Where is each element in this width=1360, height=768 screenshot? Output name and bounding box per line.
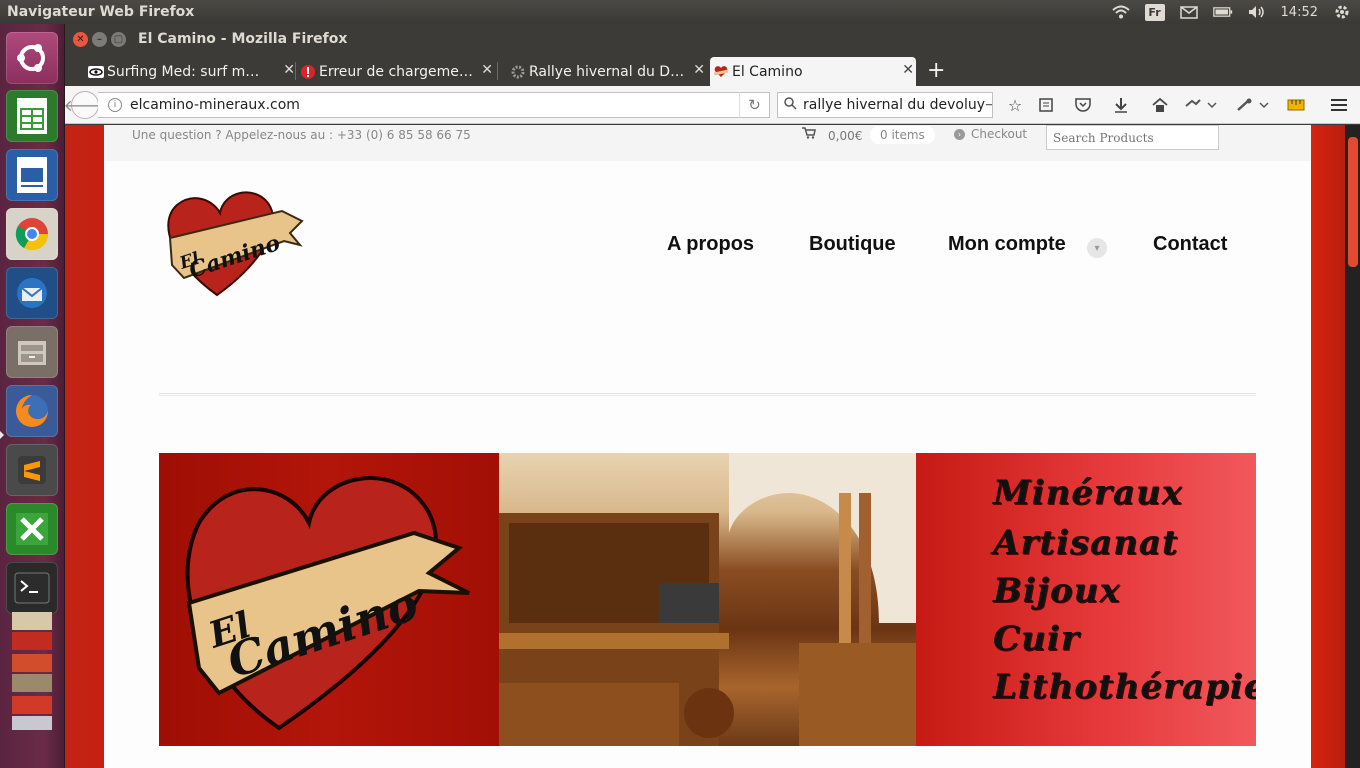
window-minimize-button[interactable]: – bbox=[92, 31, 107, 47]
nav-mon-compte[interactable]: Mon compte bbox=[948, 233, 1066, 256]
window-title: El Camino - Mozilla Firefox bbox=[138, 31, 348, 47]
downloads-icon[interactable] bbox=[1110, 94, 1132, 116]
navigation-toolbar: 🡐 i elcamino-mineraux.com ↻ rallye hiver… bbox=[64, 86, 1360, 124]
tab-label: Erreur de chargeme… bbox=[319, 63, 473, 80]
nav-boutique[interactable]: Boutique bbox=[809, 233, 896, 256]
site-logo[interactable]: El Camino bbox=[162, 183, 307, 308]
tab-label: El Camino bbox=[732, 63, 803, 80]
product-search-input[interactable] bbox=[1046, 125, 1219, 150]
scratch-x-icon[interactable] bbox=[6, 503, 58, 555]
cart-total[interactable]: 0,00€ bbox=[828, 129, 862, 143]
firefox-icon[interactable] bbox=[6, 385, 58, 437]
home-icon[interactable] bbox=[1149, 94, 1171, 116]
tab-label: Rallye hivernal du D… bbox=[529, 63, 685, 80]
header-divider bbox=[159, 393, 1256, 396]
contact-phone-text: Une question ? Appelez-nous au : +33 (0)… bbox=[132, 128, 471, 142]
tab-separator bbox=[295, 62, 296, 80]
battery-icon[interactable] bbox=[1212, 4, 1233, 20]
mail-icon[interactable] bbox=[1179, 4, 1199, 20]
terminal-icon[interactable] bbox=[6, 562, 58, 614]
tagline-artisanat: Artisanat bbox=[993, 523, 1179, 563]
ubuntu-dash-icon[interactable] bbox=[6, 32, 58, 84]
extension-dropdown-icon[interactable] bbox=[1183, 94, 1219, 116]
checkout-label: Checkout bbox=[971, 127, 1028, 141]
libreoffice-calc-icon[interactable] bbox=[6, 90, 58, 142]
system-top-panel: Navigateur Web Firefox Fr 14:52 bbox=[0, 0, 1360, 24]
sublime-text-icon[interactable] bbox=[6, 444, 58, 496]
active-app-title: Navigateur Web Firefox bbox=[7, 4, 195, 20]
search-input[interactable]: rallye hivernal du devoluy bbox=[803, 97, 985, 113]
unity-launcher bbox=[0, 24, 65, 768]
tagline-bijoux: Bijoux bbox=[993, 571, 1121, 611]
bookmark-star-icon[interactable]: ☆ bbox=[1004, 94, 1026, 116]
tab-separator bbox=[497, 62, 498, 80]
checkout-link[interactable]: › Checkout bbox=[954, 127, 1027, 141]
url-text[interactable]: elcamino-mineraux.com bbox=[130, 97, 300, 113]
tab-el-camino[interactable]: El Camino ✕ bbox=[710, 57, 916, 86]
tagline-cuir: Cuir bbox=[993, 619, 1080, 659]
page-scrollbar-thumb[interactable] bbox=[1348, 137, 1358, 267]
tab-surfing-med[interactable]: Surfing Med: surf m… ✕ bbox=[85, 57, 297, 86]
search-go-icon[interactable]: → bbox=[985, 97, 992, 113]
tab-strip: Surfing Med: surf m… ✕ Erreur de chargem… bbox=[65, 54, 1360, 86]
reading-list-icon[interactable] bbox=[1035, 94, 1057, 116]
clock[interactable]: 14:52 bbox=[1281, 5, 1318, 20]
tagline-lithotherapie: Lithothérapie bbox=[993, 667, 1256, 707]
wifi-icon[interactable] bbox=[1111, 4, 1131, 20]
hamburger-menu-icon[interactable] bbox=[1328, 94, 1350, 116]
search-bar[interactable]: rallye hivernal du devoluy → bbox=[777, 92, 993, 118]
cart-items-badge[interactable]: 0 items bbox=[870, 126, 935, 144]
reload-icon[interactable]: ↻ bbox=[739, 92, 769, 118]
error-icon bbox=[300, 64, 316, 80]
thunderbird-icon[interactable] bbox=[6, 267, 58, 319]
info-icon[interactable]: i bbox=[108, 98, 122, 112]
back-button[interactable]: 🡐 bbox=[64, 91, 106, 119]
firefox-running-indicator bbox=[0, 431, 4, 439]
chrome-icon[interactable] bbox=[6, 208, 58, 260]
power-gear-icon[interactable] bbox=[1332, 4, 1352, 20]
chevron-right-icon: › bbox=[954, 128, 965, 140]
chevron-down-icon[interactable]: ▾ bbox=[1087, 238, 1107, 258]
gear-icon bbox=[510, 64, 526, 80]
tab-close-icon[interactable]: ✕ bbox=[283, 62, 295, 78]
search-icon bbox=[784, 96, 797, 114]
new-tab-button[interactable]: + bbox=[927, 58, 945, 83]
volume-icon[interactable] bbox=[1247, 4, 1267, 20]
web-page: Une question ? Appelez-nous au : +33 (0)… bbox=[65, 125, 1360, 768]
tab-rallye-hivernal[interactable]: Rallye hivernal du D… ✕ bbox=[507, 57, 707, 86]
hero-banner: El Camino Minéraux Artisanat Bijoux Cuir bbox=[159, 453, 1256, 746]
files-icon[interactable] bbox=[6, 326, 58, 378]
tab-erreur-chargement[interactable]: Erreur de chargeme… ✕ bbox=[297, 57, 495, 86]
heart-icon bbox=[713, 64, 729, 80]
tab-close-icon[interactable]: ✕ bbox=[902, 62, 914, 78]
ruler-icon[interactable] bbox=[1285, 94, 1307, 116]
nav-a-propos[interactable]: A propos bbox=[667, 233, 754, 256]
tagline-mineraux: Minéraux bbox=[993, 473, 1183, 513]
eyedropper-dropdown-icon[interactable] bbox=[1235, 94, 1271, 116]
window-titlebar: ✕ – ▢ El Camino - Mozilla Firefox bbox=[65, 24, 1360, 54]
tab-label: Surfing Med: surf m… bbox=[107, 63, 260, 80]
eye-icon bbox=[88, 64, 104, 80]
stacked-launcher-icons[interactable] bbox=[6, 612, 58, 732]
nav-contact[interactable]: Contact bbox=[1153, 233, 1227, 256]
shop-interior-photo bbox=[499, 453, 916, 746]
pocket-icon[interactable] bbox=[1072, 94, 1094, 116]
banner-logo-panel: El Camino bbox=[159, 453, 499, 746]
libreoffice-impress-icon[interactable] bbox=[6, 149, 58, 201]
url-bar[interactable]: i elcamino-mineraux.com ↻ bbox=[98, 92, 770, 118]
cart-icon[interactable] bbox=[802, 127, 816, 143]
window-close-button[interactable]: ✕ bbox=[73, 31, 88, 47]
tab-close-icon[interactable]: ✕ bbox=[693, 62, 705, 78]
window-maximize-button[interactable]: ▢ bbox=[111, 31, 126, 47]
keyboard-layout-indicator[interactable]: Fr bbox=[1144, 3, 1165, 21]
tab-close-icon[interactable]: ✕ bbox=[481, 62, 493, 78]
